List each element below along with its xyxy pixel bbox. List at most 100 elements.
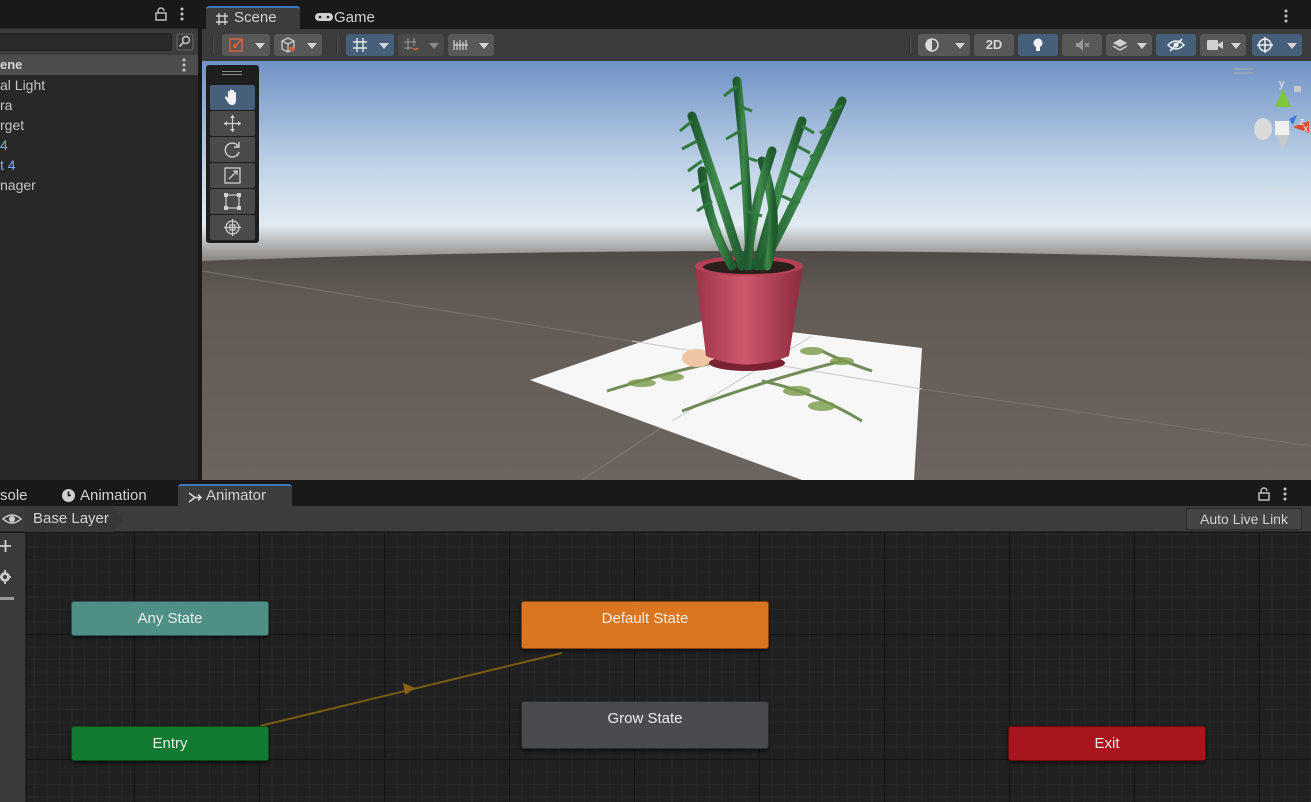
state-entry[interactable]: Entry [71,726,269,761]
draw-mode-button[interactable] [918,34,970,56]
hierarchy-item[interactable]: ra [0,95,12,115]
mode-2d-button[interactable]: 2D [974,34,1014,56]
gizmo-y-axis[interactable] [1275,89,1291,107]
move-icon [224,115,241,132]
camera-button[interactable] [1200,34,1246,56]
state-exit[interactable]: Exit [1008,726,1206,761]
state-default[interactable]: Default State [521,601,769,649]
global-local-button[interactable] [274,34,322,56]
gear-icon[interactable] [0,569,14,585]
rect-transform-icon [224,193,241,210]
grid-snap-button[interactable] [346,34,394,56]
scene-header-row[interactable]: ene [0,55,198,75]
hierarchy-search-input[interactable] [0,33,172,51]
transition-arrow-icon [403,683,415,695]
gizmo-z-axis[interactable] [1289,115,1297,125]
tool-palette [206,65,259,243]
increment-snap-button[interactable] [398,34,444,56]
layers-icon [1112,39,1128,51]
grid-snap-icon [353,38,367,52]
tab-console[interactable]: sole [0,484,56,506]
rotate-tool-button[interactable] [210,137,255,162]
gizmo-neg-x-axis[interactable] [1254,118,1272,140]
more-options-icon[interactable] [1282,9,1290,23]
state-grow[interactable]: Grow State [521,701,769,749]
animator-sidebar [0,533,26,802]
orientation-gizmo[interactable]: y z x <Persp [1171,61,1311,201]
hierarchy-search-row [0,29,198,55]
tab-game[interactable]: Game [306,6,386,29]
tab-scene[interactable]: Scene [206,6,300,29]
rotate-icon [224,142,240,158]
scene-render [202,61,1311,480]
hierarchy-item[interactable]: nager [0,175,36,195]
tab-console-label: sole [0,487,28,504]
gizmos-button[interactable] [1252,34,1302,56]
shading-icon [925,38,939,52]
ruler-button[interactable] [448,34,494,56]
tab-animation[interactable]: Animation [52,484,172,506]
more-options-icon[interactable] [1281,487,1289,501]
minus-icon[interactable] [0,597,14,600]
animator-breadcrumb-bar: Base Layer Auto Live Link [0,506,1311,532]
gizmo-projection-label[interactable]: <Persp [1256,184,1291,196]
state-any[interactable]: Any State [71,601,269,636]
hidden-objects-toggle[interactable] [1156,34,1196,56]
scene-name: ene [0,57,23,72]
transform-tool-button[interactable] [210,215,255,240]
hierarchy-item[interactable]: rget [0,115,24,135]
snap-icon [404,38,419,51]
scene-panel: Scene Game 2D y z x <Persp [202,0,1311,480]
animator-panel: sole Animation Animator Base Layer Auto … [0,482,1311,802]
grid-icon [216,13,228,25]
transform-icon [224,219,241,236]
tool-palette-grip[interactable] [222,71,242,75]
auto-live-link-button[interactable]: Auto Live Link [1186,508,1302,530]
tab-scene-label: Scene [234,9,277,26]
transition-links [259,652,563,727]
eye-icon[interactable] [2,510,22,528]
gizmo-lock-icon[interactable] [1294,86,1301,92]
hierarchy-panel: ene al Light ra rget 4 t 4 nager [0,0,198,480]
hierarchy-item[interactable]: al Light [0,75,45,95]
move-tool-button[interactable] [210,111,255,136]
audio-mute-icon [1076,39,1090,51]
tab-animation-label: Animation [80,487,147,504]
clock-icon [62,489,75,502]
scene-tabbar: Scene Game [202,0,1311,29]
pivot-icon [229,38,243,52]
cube-icon [281,37,295,53]
breadcrumb[interactable]: Base Layer [24,506,123,532]
lighting-toggle[interactable] [1018,34,1058,56]
more-options-icon[interactable] [178,7,186,21]
plus-icon[interactable] [0,537,14,555]
lock-icon[interactable] [155,7,167,21]
hierarchy-item[interactable]: t 4 [0,155,16,175]
bottom-tabbar: sole Animation Animator [0,482,1311,506]
state-machine-graph[interactable]: Any State Default State Entry Grow State… [27,533,1311,802]
lock-icon[interactable] [1258,487,1270,501]
scale-icon [224,167,241,184]
eye-slash-icon [1167,38,1185,52]
mode-2d-label: 2D [985,37,1003,52]
hand-tool-button[interactable] [210,85,255,110]
scene-toolbar: 2D [202,29,1311,61]
tab-animator-label: Animator [206,487,267,504]
hierarchy-tabbar [0,0,198,28]
tab-animator[interactable]: Animator [178,484,292,506]
scale-tool-button[interactable] [210,163,255,188]
gizmo-icon [1257,37,1273,53]
camera-icon [1207,40,1223,50]
ruler-icon [453,40,468,50]
pivot-mode-button[interactable] [222,34,270,56]
hierarchy-item[interactable]: 4 [0,135,8,155]
gamepad-icon [315,13,333,21]
gizmo-y-label: y [1279,78,1285,90]
scene-viewport[interactable]: y z x <Persp [202,61,1311,480]
rect-tool-button[interactable] [210,189,255,214]
scene-options-icon[interactable] [180,58,188,72]
audio-toggle[interactable] [1062,34,1102,56]
search-options-icon[interactable] [176,33,194,51]
hand-icon [224,89,236,105]
effects-button[interactable] [1106,34,1152,56]
